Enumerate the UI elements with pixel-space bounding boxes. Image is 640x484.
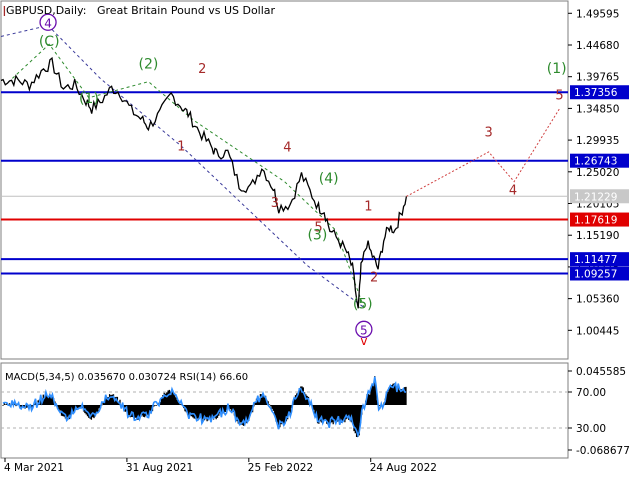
wave-label-10: 2 (370, 271, 378, 286)
level-label-3: 1.11477 (574, 254, 617, 266)
wave-label-5: 3 (271, 196, 279, 211)
price-tick-label-4: 1.29935 (576, 135, 619, 147)
wave-label-11: (5) (353, 297, 373, 313)
wave-label-v: v (360, 334, 367, 348)
indicator-label: MACD(5,34,5) 0.035670 0.030724 RSI(14) 6… (5, 372, 248, 383)
symbol-description: Great Britain Pound vs US Dollar (97, 4, 276, 17)
wave-label-4: 4 (283, 140, 291, 155)
price-tick-label-5: 1.25020 (576, 167, 619, 179)
price-tick-label-9: 1.05360 (576, 294, 619, 306)
price-axis: 1.49595 1.44680 1.39765 1.34850 1.29935 1.250… (568, 8, 619, 337)
indicator-tick-label-0: 0.045585 (576, 366, 626, 378)
price-tick-label-10: 1.00445 (576, 325, 619, 337)
chart-window: 1.49595 1.44680 1.39765 1.34850 1.29935 1.250… (0, 0, 640, 480)
time-axis: 4 Mar 2021 31 Aug 2021 25 Feb 2022 24 Aug 2… (4, 458, 437, 474)
symbol-label: GBPUSD,Daily: (6, 4, 86, 17)
level-label-1: 1.26743 (574, 156, 617, 168)
wave-label-1: (2) (138, 57, 158, 73)
wave-label-16: (C) (39, 34, 60, 50)
wave-label-6: (4) (319, 171, 339, 187)
level-label-2: 1.17619 (574, 215, 617, 227)
wave-label-0: (1) (79, 91, 99, 107)
price-tick-label-2: 1.39765 (576, 72, 619, 84)
wave-label-3: 1 (177, 140, 185, 155)
price-tick-label-0: 1.49595 (576, 8, 619, 20)
time-label-1: 31 Aug 2021 (126, 462, 193, 474)
time-label-0: 4 Mar 2021 (4, 462, 64, 474)
price-tick-label-7: 1.15190 (576, 230, 619, 242)
wave-label-2: 2 (198, 62, 206, 77)
wave-label-15: (1) (547, 61, 567, 77)
wave-label-13: 4 (509, 184, 517, 199)
wave-label-14: 5 (555, 89, 563, 104)
wave-label-12: 3 (484, 125, 492, 140)
level-label-4: 1.09257 (574, 268, 617, 280)
price-chart: 1.49595 1.44680 1.39765 1.34850 1.29935 1.250… (0, 0, 630, 474)
indicator-tick-label-3: -0.068677 (576, 445, 630, 457)
level-label-0: 1.37356 (574, 87, 618, 99)
time-label-2: 25 Feb 2022 (248, 462, 313, 474)
price-tick-label-3: 1.34850 (576, 103, 619, 115)
wave-label-8: (3) (307, 228, 327, 244)
circled-wave-label-0: 4 (44, 16, 52, 30)
time-label-3: 24 Aug 2022 (370, 462, 437, 474)
price-tick-label-1: 1.44680 (576, 40, 619, 52)
wave-label-9: 1 (364, 200, 372, 215)
main-panel-frame (0, 0, 569, 360)
current-price-label: 1.21229 (574, 191, 617, 203)
indicator-tick-label-1: 70.00 (576, 387, 606, 399)
indicator-tick-label-2: 30.00 (576, 423, 606, 435)
